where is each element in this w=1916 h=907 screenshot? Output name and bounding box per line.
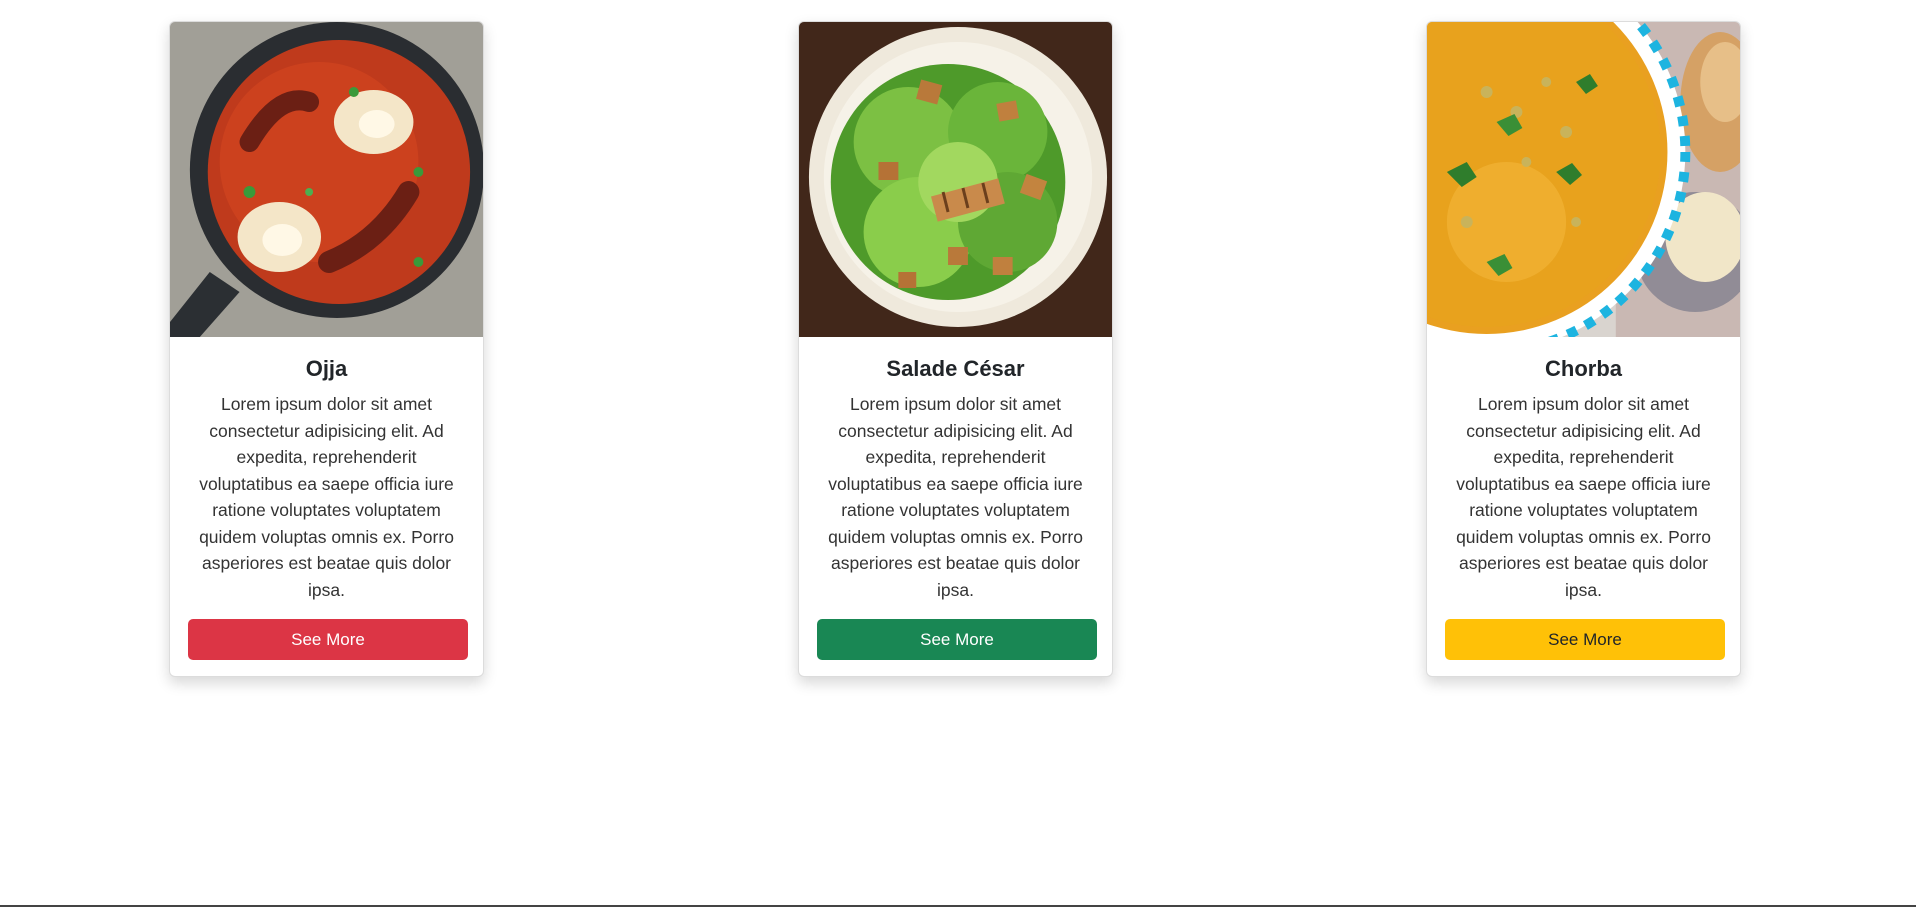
salade-cesar-image (799, 22, 1112, 337)
see-more-button[interactable]: See More (188, 619, 468, 660)
ojja-pan-photo-icon (170, 22, 483, 337)
page: Ojja Lorem ipsum dolor sit amet consecte… (0, 0, 1916, 907)
card-description: Lorem ipsum dolor sit amet consectetur a… (828, 394, 1083, 600)
card-salade-cesar: Salade César Lorem ipsum dolor sit amet … (798, 21, 1113, 677)
card-title: Ojja (305, 356, 348, 381)
chorba-image (1427, 22, 1740, 337)
card-ojja: Ojja Lorem ipsum dolor sit amet consecte… (169, 21, 484, 677)
card-description: Lorem ipsum dolor sit amet consectetur a… (1456, 394, 1711, 600)
card-body: Ojja Lorem ipsum dolor sit amet consecte… (170, 337, 483, 660)
chorba-soup-photo-icon (1427, 22, 1740, 337)
card-body: Chorba Lorem ipsum dolor sit amet consec… (1427, 337, 1740, 660)
ojja-image (170, 22, 483, 337)
card-title: Chorba (1545, 356, 1622, 381)
caesar-salad-photo-icon (799, 22, 1112, 337)
see-more-button[interactable]: See More (1445, 619, 1725, 660)
see-more-button[interactable]: See More (817, 619, 1097, 660)
card-chorba: Chorba Lorem ipsum dolor sit amet consec… (1426, 21, 1741, 677)
card-body: Salade César Lorem ipsum dolor sit amet … (799, 337, 1112, 660)
card-title: Salade César (886, 356, 1025, 381)
card-description: Lorem ipsum dolor sit amet consectetur a… (199, 394, 454, 600)
